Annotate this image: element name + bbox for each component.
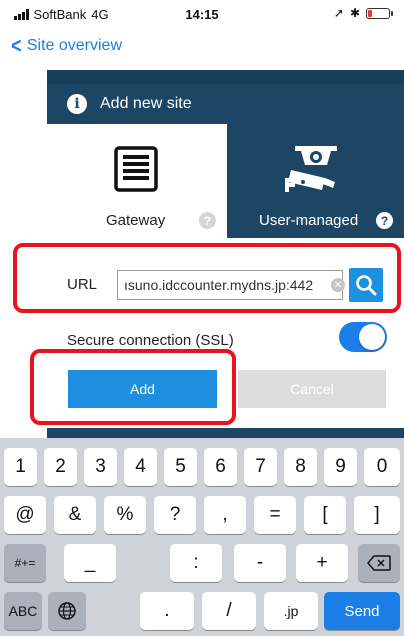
back-button[interactable]: < Site overview	[10, 33, 123, 58]
key-bracket-right[interactable]: ]	[354, 496, 400, 534]
site-type-user-managed[interactable]: User-managed ?	[227, 124, 404, 238]
key-hyphen[interactable]: -	[234, 544, 286, 582]
status-bar: SoftBank 4G 14:15 ➚ ✱	[0, 0, 404, 30]
key-send[interactable]: Send	[324, 592, 400, 630]
key-globe[interactable]	[48, 592, 86, 630]
globe-icon	[58, 602, 76, 620]
key-4[interactable]: 4	[124, 448, 157, 486]
dialog-title: Add new site	[100, 95, 192, 112]
key-question[interactable]: ?	[154, 496, 196, 534]
gateway-help-icon[interactable]: ?	[199, 212, 216, 229]
dialog-top-strip	[47, 70, 404, 84]
dialog-bottom-strip	[47, 428, 404, 438]
key-equals[interactable]: =	[254, 496, 296, 534]
gateway-icon	[114, 146, 158, 192]
key-colon[interactable]: :	[170, 544, 222, 582]
key-8[interactable]: 8	[284, 448, 317, 486]
key-1[interactable]: 1	[4, 448, 37, 486]
keyboard: 1 2 3 4 5 6 7 8 9 0 @ & % ? , = [ ] #+= …	[0, 438, 404, 636]
key-dot[interactable]: .	[140, 592, 194, 630]
key-jp[interactable]: .jp	[264, 592, 318, 630]
key-backspace[interactable]	[358, 544, 400, 582]
url-highlight-box	[13, 243, 401, 313]
ssl-label: Secure connection (SSL)	[67, 332, 234, 349]
battery-icon	[366, 7, 393, 19]
back-label: Site overview	[26, 37, 123, 54]
bluetooth-icon: ✱	[349, 6, 360, 20]
user-managed-label: User-managed	[259, 212, 359, 229]
location-icon: ➚	[333, 6, 344, 20]
key-7[interactable]: 7	[244, 448, 277, 486]
dialog-header: i Add new site	[47, 84, 404, 124]
user-managed-help-icon[interactable]: ?	[376, 212, 393, 229]
key-ampersand[interactable]: &	[54, 496, 96, 534]
key-at[interactable]: @	[4, 496, 46, 534]
key-bracket-left[interactable]: [	[304, 496, 346, 534]
backspace-icon	[367, 555, 391, 571]
key-9[interactable]: 9	[324, 448, 357, 486]
key-2[interactable]: 2	[44, 448, 77, 486]
gateway-label: Gateway	[106, 212, 166, 229]
site-type-gateway[interactable]: Gateway ?	[47, 124, 227, 238]
key-0[interactable]: 0	[364, 448, 400, 486]
key-abc[interactable]: ABC	[4, 592, 42, 630]
toggle-knob	[359, 324, 385, 350]
add-highlight-box	[30, 349, 236, 425]
key-slash[interactable]: /	[202, 592, 256, 630]
key-percent[interactable]: %	[104, 496, 146, 534]
key-3[interactable]: 3	[84, 448, 117, 486]
nav-bar: < Site overview	[0, 30, 404, 66]
key-5[interactable]: 5	[164, 448, 197, 486]
ssl-toggle[interactable]	[339, 322, 387, 352]
key-underscore[interactable]: _	[64, 544, 116, 582]
key-comma[interactable]: ,	[204, 496, 246, 534]
chevron-left-icon: <	[11, 33, 22, 58]
key-symbols-toggle[interactable]: #+=	[4, 544, 46, 582]
key-6[interactable]: 6	[204, 448, 237, 486]
key-plus[interactable]: +	[296, 544, 348, 582]
security-camera-icon	[285, 146, 337, 192]
info-icon: i	[67, 94, 87, 114]
status-right: ➚ ✱	[333, 6, 393, 20]
cancel-button[interactable]: Cancel	[238, 370, 386, 408]
